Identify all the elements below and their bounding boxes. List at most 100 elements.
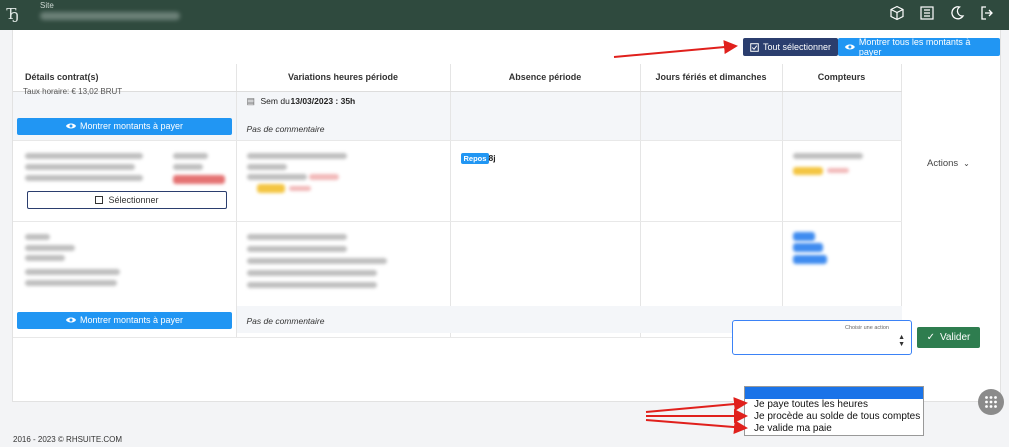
show-all-amounts-label: Montrer tous les montants à payer bbox=[858, 37, 971, 57]
redacted-text bbox=[25, 244, 75, 251]
show-all-amounts-button[interactable]: Montrer tous les montants à payer bbox=[838, 37, 1000, 57]
table-row: Taux horaire: € 13,02 BRUT Montrer monta… bbox=[13, 87, 902, 141]
redacted-text bbox=[246, 257, 387, 264]
table-header-row: Détails contrat(s) Variations heures pér… bbox=[13, 64, 902, 92]
validate-label: Valider bbox=[940, 332, 971, 343]
hourly-rate-text: Taux horaire: € 13,02 BRUT bbox=[23, 86, 123, 96]
actions-dropdown[interactable]: Actions ⌄ bbox=[927, 158, 970, 169]
redacted-badge bbox=[792, 254, 827, 264]
contract-details-cell: Montrer montants à payer bbox=[13, 221, 237, 338]
actions-label: Actions bbox=[927, 158, 959, 169]
site-selector-redacted[interactable] bbox=[40, 12, 180, 20]
show-amounts-label: Montrer montants à payer bbox=[79, 315, 184, 325]
apps-grid-button[interactable] bbox=[978, 389, 1004, 415]
week-value: 13/03/2023 : 35h bbox=[290, 95, 356, 106]
redacted-text bbox=[25, 152, 143, 159]
action-select-label: Choisir une action bbox=[844, 325, 889, 331]
eye-icon bbox=[845, 44, 855, 50]
select-all-button[interactable]: Tout sélectionner bbox=[743, 38, 839, 56]
column-header: Jours fériés et dimanches bbox=[640, 64, 783, 92]
redacted-text bbox=[25, 163, 135, 170]
counters-cell bbox=[782, 91, 902, 141]
redacted-text bbox=[25, 254, 65, 261]
select-row-label: Sélectionner bbox=[108, 194, 159, 205]
redacted-text bbox=[246, 269, 377, 276]
redacted-badge bbox=[792, 166, 823, 175]
redacted-text bbox=[246, 173, 307, 180]
column-header: Variations heures période bbox=[236, 64, 451, 92]
comment-text: Pas de commentaire bbox=[246, 123, 325, 134]
absence-cell bbox=[450, 91, 641, 141]
redacted-text bbox=[246, 245, 347, 252]
footer-copyright: 2016 - 2023 © RHSUITE.COM bbox=[13, 435, 123, 444]
contract-details-cell: Taux horaire: € 13,02 BRUT Montrer monta… bbox=[13, 87, 237, 141]
redacted-badge bbox=[792, 231, 815, 241]
moon-icon[interactable] bbox=[949, 5, 965, 21]
site-label: Site bbox=[40, 1, 54, 10]
checkbox-checked-icon bbox=[750, 42, 759, 52]
redacted-text bbox=[25, 279, 117, 286]
redacted-text bbox=[25, 174, 143, 181]
week-prefix: Sem du bbox=[260, 95, 290, 106]
check-icon: ✓ bbox=[926, 332, 935, 343]
action-option-final-settlement[interactable]: Je procède au solde de tous comptes bbox=[745, 411, 923, 423]
holidays-cell bbox=[640, 140, 783, 222]
app-logo[interactable]: Ђ bbox=[7, 5, 19, 23]
column-header: Compteurs bbox=[782, 64, 902, 92]
chevron-down-icon: ⌄ bbox=[963, 159, 970, 168]
redacted-badge bbox=[173, 174, 225, 184]
eye-icon bbox=[65, 317, 76, 323]
redacted-badge bbox=[792, 242, 823, 252]
table-row: Sélectionner Repos 8j bbox=[13, 140, 902, 222]
redacted-text bbox=[288, 185, 311, 191]
redacted-text bbox=[792, 152, 863, 159]
redacted-text bbox=[246, 163, 287, 170]
list-icon[interactable] bbox=[919, 5, 935, 21]
holidays-cell bbox=[640, 91, 783, 141]
column-header: Absence période bbox=[450, 64, 641, 92]
hours-variation-cell: Pas de commentaire bbox=[236, 221, 451, 338]
redacted-text bbox=[25, 268, 120, 275]
annotation-arrow bbox=[645, 419, 748, 435]
select-row-button[interactable]: Sélectionner bbox=[27, 190, 227, 209]
hours-variation-cell bbox=[236, 140, 451, 222]
eye-icon bbox=[65, 123, 76, 129]
absence-cell bbox=[450, 221, 641, 338]
top-icons-group bbox=[889, 5, 995, 21]
contract-details-cell: Sélectionner bbox=[13, 140, 237, 222]
counters-cell bbox=[782, 140, 902, 222]
redacted-text bbox=[173, 163, 203, 170]
absence-type-badge: Repos bbox=[460, 152, 490, 164]
logout-icon[interactable] bbox=[979, 5, 995, 21]
redacted-text bbox=[173, 152, 208, 159]
redacted-text bbox=[826, 167, 849, 173]
sort-arrows-icon: ▲ ▼ bbox=[898, 334, 905, 348]
show-amounts-button[interactable]: Montrer montants à payer bbox=[17, 311, 232, 329]
select-all-label: Tout sélectionner bbox=[763, 42, 832, 52]
payroll-table: Détails contrat(s) Variations heures pér… bbox=[13, 64, 902, 338]
validate-button[interactable]: ✓ Valider bbox=[917, 327, 980, 348]
calendar-icon: ▤ bbox=[246, 95, 256, 106]
show-amounts-label: Montrer montants à payer bbox=[79, 121, 184, 131]
redacted-text bbox=[246, 152, 347, 159]
absence-cell: Repos 8j bbox=[450, 140, 641, 222]
action-options-list: Je paye toutes les heures Je procède au … bbox=[744, 386, 924, 436]
comment-text: Pas de commentaire bbox=[246, 315, 325, 326]
absence-days: 8j bbox=[488, 152, 496, 163]
show-amounts-button[interactable]: Montrer montants à payer bbox=[17, 117, 232, 135]
cube-icon[interactable] bbox=[889, 5, 905, 21]
redacted-text bbox=[25, 233, 50, 240]
annotation-arrow bbox=[645, 397, 748, 413]
checkbox-icon bbox=[95, 195, 104, 204]
top-navbar: Ђ Site bbox=[0, 0, 1009, 30]
action-option-pay-all-hours[interactable]: Je paye toutes les heures bbox=[745, 399, 923, 411]
hours-variation-cell: ▤ Sem du 13/03/2023 : 35h Pas de comment… bbox=[236, 91, 451, 141]
redacted-text bbox=[246, 281, 377, 288]
action-option-empty[interactable] bbox=[745, 387, 923, 399]
action-option-validate-payroll[interactable]: Je valide ma paie bbox=[745, 423, 923, 435]
redacted-text bbox=[308, 173, 339, 180]
grid-icon bbox=[985, 396, 997, 408]
redacted-text bbox=[246, 233, 347, 240]
action-select[interactable]: Choisir une action ▲ ▼ bbox=[732, 320, 912, 355]
redacted-badge bbox=[256, 183, 285, 193]
